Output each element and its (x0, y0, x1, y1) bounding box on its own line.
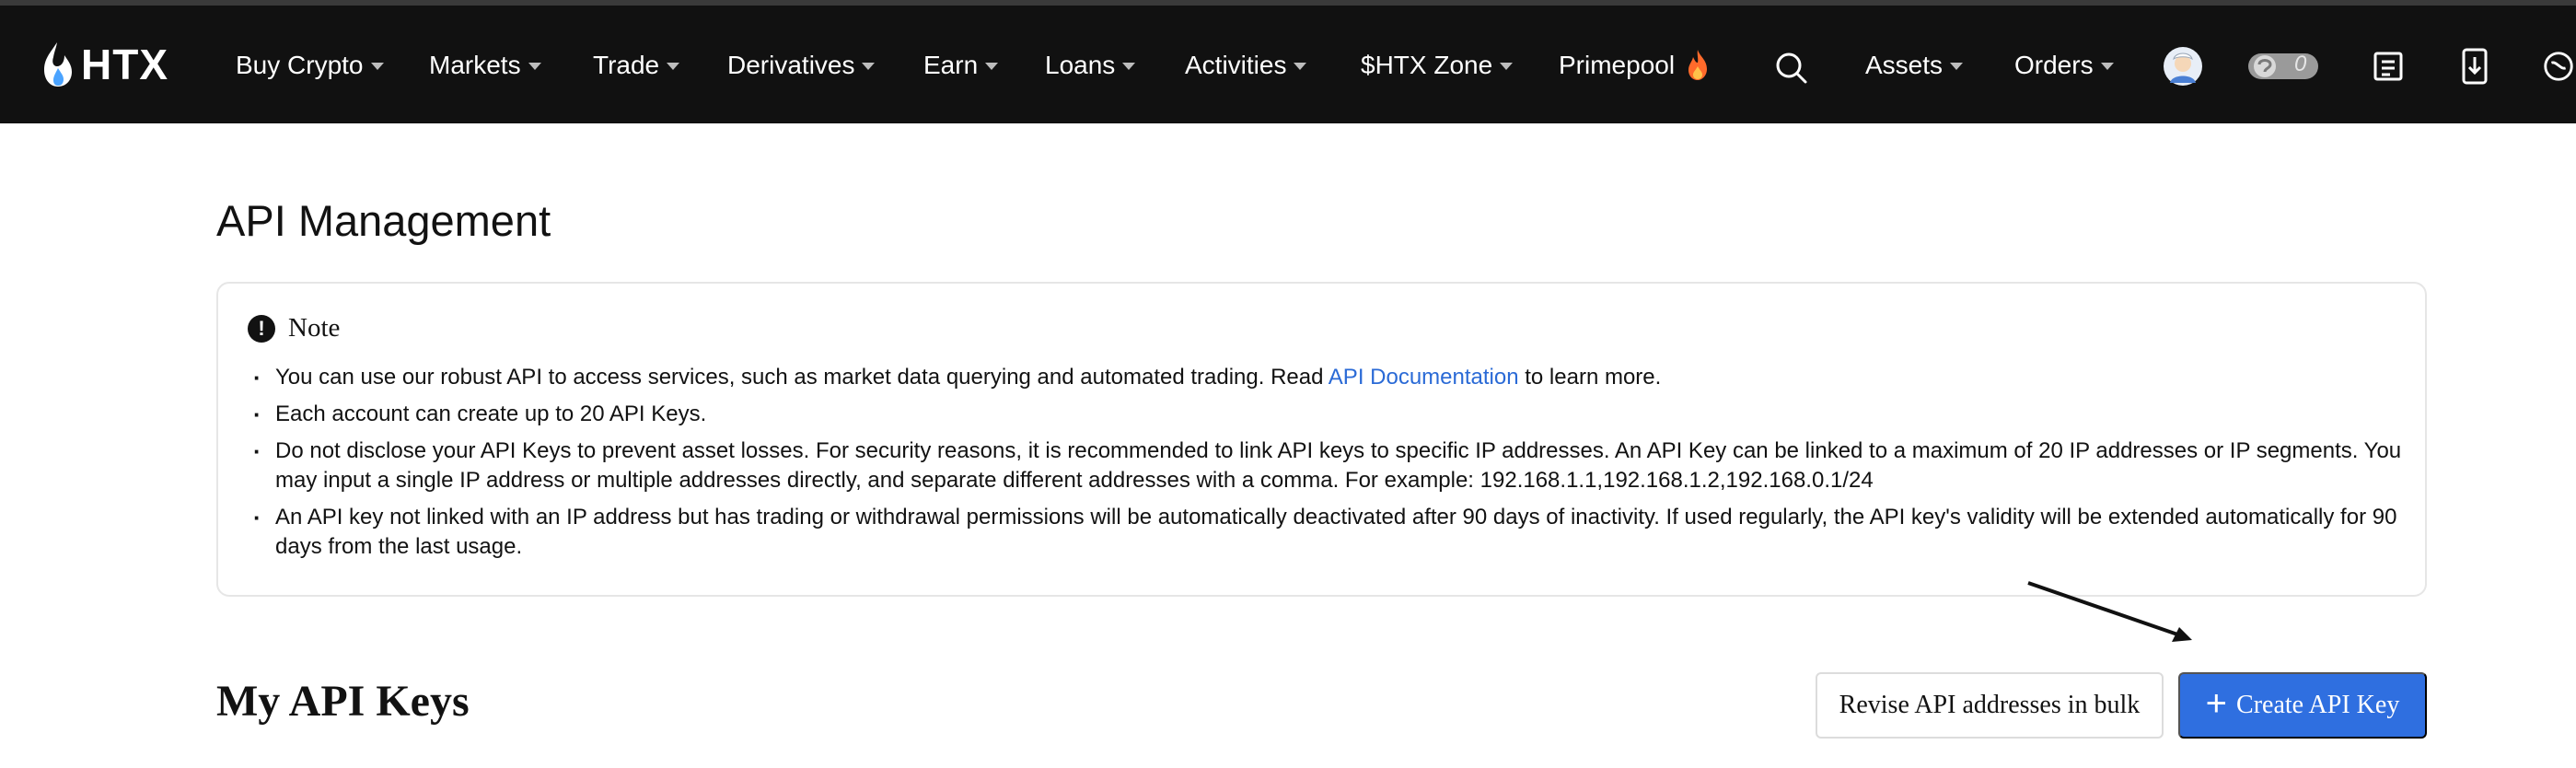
caret-down-icon (985, 63, 999, 70)
toggle-count: 0 (2294, 52, 2307, 76)
page-title: API Management (216, 196, 551, 245)
download-icon[interactable] (2454, 46, 2495, 87)
note-item-text: You can use our robust API to access ser… (275, 365, 1329, 390)
caret-down-icon (1294, 63, 1307, 70)
toggle-badge[interactable]: 0 (2246, 48, 2320, 85)
nav-derivatives[interactable]: Derivatives (727, 44, 876, 87)
htx-logo[interactable]: HTX (41, 35, 168, 94)
exclamation-icon: ! (248, 314, 275, 343)
nav-label: $HTX Zone (1361, 51, 1493, 79)
nav-activities[interactable]: Activities (1185, 44, 1307, 87)
caret-down-icon (370, 63, 384, 70)
flame-logo-icon (44, 42, 72, 87)
note-item: Do not disclose your API Keys to prevent… (253, 436, 2408, 495)
nav-assets[interactable]: Assets (1865, 44, 1964, 87)
note-item: Each account can create up to 20 API Key… (253, 400, 2408, 429)
nav-htx-zone[interactable]: $HTX Zone (1361, 44, 1514, 87)
language-globe-icon[interactable] (2541, 46, 2576, 87)
note-header: ! Note (248, 313, 340, 343)
api-documentation-link[interactable]: API Documentation (1329, 365, 1519, 390)
nav-markets[interactable]: Markets (429, 44, 541, 87)
caret-down-icon (862, 63, 876, 70)
orders-list-icon[interactable] (2368, 46, 2408, 87)
nav-primepool[interactable]: Primepool (1559, 44, 1712, 87)
caret-down-icon (667, 63, 680, 70)
annotation-arrow-icon (2027, 581, 2192, 642)
caret-down-icon (1122, 63, 1136, 70)
caret-down-icon (528, 63, 541, 70)
nav-label: Assets (1865, 51, 1944, 79)
nav-orders[interactable]: Orders (2014, 44, 2114, 87)
nav-label: Trade (593, 51, 660, 79)
nav-label: Derivatives (727, 51, 855, 79)
nav-label: Activities (1185, 51, 1287, 79)
search-icon[interactable] (1770, 46, 1814, 90)
top-navbar: HTX Buy Crypto Markets Trade Derivatives… (0, 6, 2576, 123)
nav-label: Primepool (1559, 51, 1676, 79)
create-api-key-label: Create API Key (2236, 691, 2400, 719)
note-panel: ! Note You can use our robust API to acc… (216, 282, 2427, 597)
nav-loans[interactable]: Loans (1045, 44, 1136, 87)
nav-label: Earn (923, 51, 979, 79)
fire-icon (1688, 50, 1708, 80)
revise-api-addresses-button[interactable]: Revise API addresses in bulk (1816, 672, 2164, 739)
nav-label: Buy Crypto (236, 51, 364, 79)
nav-buy-crypto[interactable]: Buy Crypto (236, 44, 384, 87)
logo-text: HTX (81, 41, 168, 88)
nav-label: Markets (429, 51, 521, 79)
note-item: You can use our robust API to access ser… (253, 363, 2408, 392)
plus-icon: + (2205, 683, 2228, 724)
nav-trade[interactable]: Trade (593, 44, 680, 87)
note-item-text: to learn more. (1518, 365, 1662, 390)
note-title: Note (288, 313, 341, 343)
my-api-keys-title: My API Keys (216, 677, 470, 726)
avatar[interactable] (2163, 46, 2203, 87)
nav-earn[interactable]: Earn (923, 44, 999, 87)
caret-down-icon (1950, 63, 1964, 70)
nav-label: Orders (2014, 51, 2094, 79)
create-api-key-button[interactable]: + Create API Key (2178, 672, 2427, 739)
nav-label: Loans (1045, 51, 1116, 79)
note-item: An API key not linked with an IP address… (253, 503, 2408, 562)
caret-down-icon (1500, 63, 1514, 70)
caret-down-icon (2100, 63, 2114, 70)
note-list: You can use our robust API to access ser… (253, 363, 2408, 569)
